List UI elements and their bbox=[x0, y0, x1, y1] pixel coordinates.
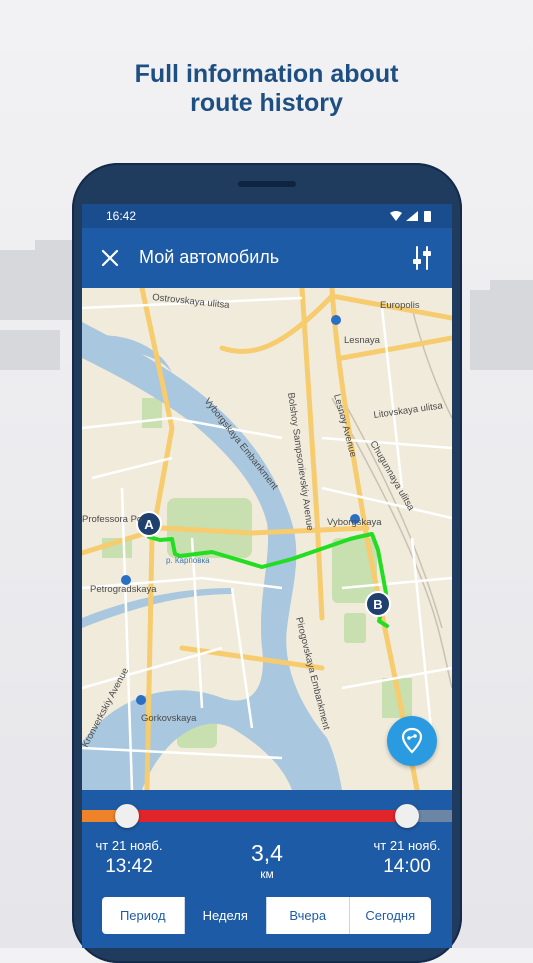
trip-panel: чт 21 нояб. 13:42 3,4 км чт 21 нояб. 14:… bbox=[82, 790, 452, 948]
end-time: 14:00 bbox=[383, 856, 431, 877]
period-tabs: Период Неделя Вчера Сегодня bbox=[102, 897, 431, 934]
map-label: Europolis bbox=[380, 300, 420, 311]
route-fab[interactable] bbox=[387, 716, 437, 766]
battery-icon bbox=[424, 211, 431, 222]
map-label: Gorkovskaya bbox=[141, 713, 197, 724]
map-label: Petrogradskaya bbox=[90, 584, 157, 595]
start-time: 13:42 bbox=[105, 856, 153, 877]
slider-track-selected bbox=[127, 810, 407, 822]
start-date: чт 21 нояб. bbox=[95, 838, 163, 853]
tab-yesterday[interactable]: Вчера bbox=[267, 897, 350, 934]
map-canvas[interactable]: A B Ostrovskaya ulitsa Europolis Lesnaya… bbox=[82, 285, 452, 793]
status-icons bbox=[390, 211, 431, 222]
tab-period[interactable]: Период bbox=[102, 897, 185, 934]
slider-end-handle[interactable] bbox=[395, 804, 419, 828]
distance-unit: км bbox=[260, 867, 274, 881]
metro-icon bbox=[331, 315, 341, 325]
tab-today[interactable]: Сегодня bbox=[350, 897, 432, 934]
time-range-slider[interactable] bbox=[82, 804, 452, 828]
marker-b-label: B bbox=[373, 597, 382, 612]
slider-start-handle[interactable] bbox=[115, 804, 139, 828]
map-label: Lesnaya bbox=[344, 335, 381, 346]
marker-b: B bbox=[365, 591, 391, 617]
trip-end: чт 21 нояб. 14:00 bbox=[352, 838, 452, 878]
status-time: 16:42 bbox=[106, 209, 137, 223]
page-title: Мой автомобиль bbox=[139, 247, 280, 267]
metro-icon bbox=[136, 695, 146, 705]
phone-speaker bbox=[238, 181, 296, 187]
headline-line-2: route history bbox=[190, 89, 343, 117]
wifi-icon bbox=[390, 211, 402, 221]
marker-a-label: A bbox=[144, 517, 154, 532]
route-map[interactable]: A B Ostrovskaya ulitsa Europolis Lesnaya… bbox=[82, 285, 452, 793]
headline-line-1: Full information about bbox=[134, 60, 399, 88]
distance-value: 3,4 bbox=[251, 840, 283, 866]
map-label: Professora Po bbox=[82, 514, 142, 525]
phone-screen: 16:42 Мой автомобиль A B Ostrovskaya uli… bbox=[82, 204, 452, 948]
route-pin-icon bbox=[401, 727, 423, 754]
close-icon[interactable] bbox=[100, 248, 120, 268]
tab-week[interactable]: Неделя bbox=[184, 897, 267, 934]
status-bar: 16:42 bbox=[82, 204, 452, 228]
trip-start: чт 21 нояб. 13:42 bbox=[82, 838, 184, 878]
filter-icon[interactable] bbox=[412, 245, 432, 271]
signal-icon bbox=[406, 211, 418, 221]
app-bar: Мой автомобиль bbox=[82, 228, 452, 288]
map-label: Vyborgskaya bbox=[327, 517, 382, 528]
map-label: р. Карповка bbox=[166, 556, 210, 565]
trip-distance: 3,4 км bbox=[217, 840, 317, 881]
end-date: чт 21 нояб. bbox=[373, 838, 441, 853]
promo-headline: Full information about route history bbox=[0, 60, 533, 118]
